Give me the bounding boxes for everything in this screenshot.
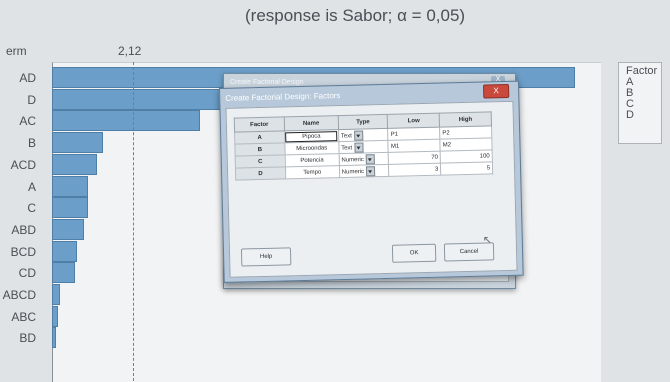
term-label-abcd: ABCD bbox=[2, 288, 36, 302]
bar-ac bbox=[52, 110, 200, 132]
dialog-title: Create Factorial Design: Factors bbox=[225, 91, 341, 103]
term-label-d: D bbox=[27, 92, 36, 107]
factors-table: Factor Name Type Low High A Pipoca Text … bbox=[234, 111, 493, 181]
term-label-ac: AC bbox=[19, 114, 36, 129]
bar-bd bbox=[52, 327, 56, 349]
factors-dialog: Create Factorial Design: Factors X Facto… bbox=[219, 80, 524, 283]
dropdown-arrow-icon[interactable] bbox=[354, 141, 364, 153]
bar-abc bbox=[52, 305, 58, 327]
factor-cell: D bbox=[235, 166, 286, 181]
type-value: Numeric bbox=[341, 156, 364, 164]
column-header-factor: Factor bbox=[234, 116, 285, 133]
dialog-back-title: Create Factorial Design bbox=[230, 79, 304, 86]
bar-abd bbox=[52, 218, 84, 240]
bar-a bbox=[52, 175, 88, 197]
column-header-type: Type bbox=[337, 114, 389, 130]
dropdown-arrow-icon[interactable] bbox=[353, 130, 363, 141]
dropdown-arrow-icon[interactable] bbox=[365, 153, 375, 164]
term-label-a: A bbox=[27, 179, 36, 194]
close-button[interactable]: X bbox=[482, 83, 510, 99]
term-label-c: C bbox=[27, 201, 36, 216]
term-label-ad: AD bbox=[19, 71, 36, 85]
dropdown-arrow-icon[interactable] bbox=[365, 165, 376, 176]
term-label-cd: CD bbox=[18, 266, 36, 281]
term-label-abd: ABD bbox=[11, 222, 36, 237]
term-label-b: B bbox=[27, 136, 36, 151]
term-axis-header: erm bbox=[6, 44, 27, 58]
chart-title: (response is Sabor; α = 0,05) bbox=[245, 6, 466, 25]
bar-b bbox=[52, 132, 103, 154]
help-button[interactable]: Help bbox=[240, 247, 292, 267]
term-label-abc: ABC bbox=[11, 309, 36, 324]
ok-button[interactable]: OK bbox=[391, 243, 437, 263]
column-header-high: High bbox=[439, 111, 492, 128]
legend-item-d: D bbox=[626, 109, 634, 121]
column-header-low: Low bbox=[387, 113, 440, 129]
legend: Factor A B C D bbox=[618, 62, 662, 144]
bar-bcd bbox=[52, 240, 77, 262]
type-value: Text bbox=[340, 132, 352, 140]
column-header-name: Name bbox=[284, 115, 339, 131]
low-cell[interactable]: 3 bbox=[388, 163, 441, 177]
name-cell[interactable]: Tempo bbox=[285, 165, 340, 179]
type-value: Text bbox=[341, 144, 353, 152]
term-label-acd: ACD bbox=[10, 157, 36, 172]
bar-acd bbox=[52, 153, 97, 175]
term-label-bd: BD bbox=[19, 331, 36, 346]
dialog-body: Factor Name Type Low High A Pipoca Text … bbox=[225, 100, 518, 278]
cancel-button[interactable]: Cancel bbox=[443, 242, 495, 262]
high-cell[interactable]: 5 bbox=[440, 161, 493, 176]
critical-value-label: 2,12 bbox=[118, 44, 142, 58]
bar-c bbox=[52, 197, 88, 219]
bar-abcd bbox=[52, 284, 60, 305]
term-label-bcd: BCD bbox=[10, 244, 36, 259]
type-value: Numeric bbox=[341, 168, 365, 176]
bar-cd bbox=[52, 262, 75, 284]
type-cell[interactable]: Numeric bbox=[339, 164, 390, 178]
critical-value-line bbox=[133, 62, 134, 381]
